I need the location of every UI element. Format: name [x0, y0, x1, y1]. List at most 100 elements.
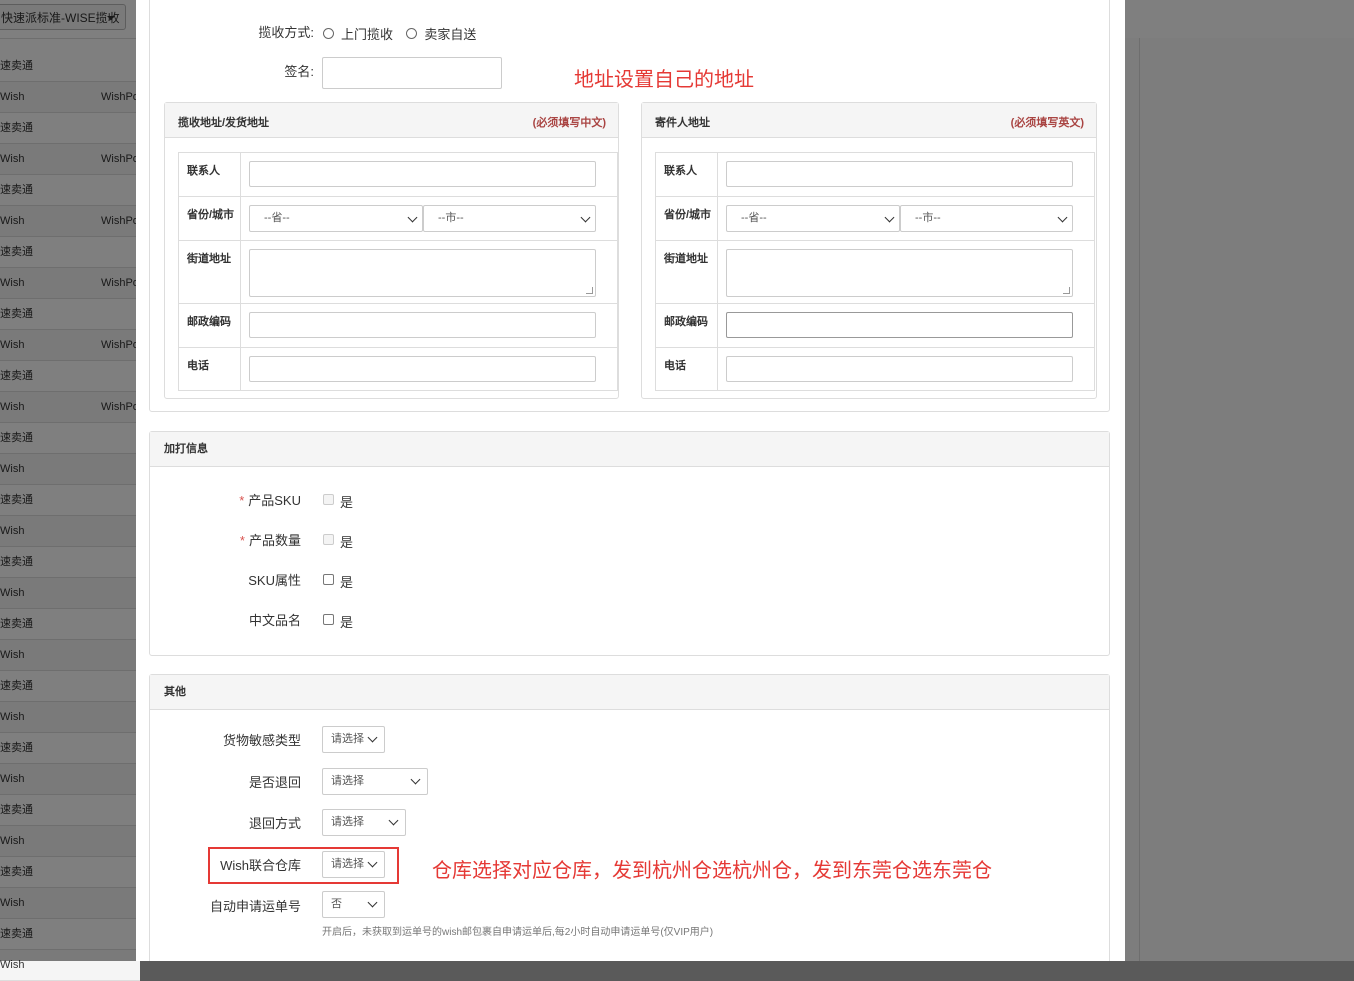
- province-city-label: 省份/城市: [179, 197, 241, 240]
- auto-apply-select[interactable]: 否: [322, 891, 385, 918]
- signature-input[interactable]: [322, 57, 502, 89]
- contact-label: 联系人: [179, 153, 241, 196]
- return-select[interactable]: 请选择: [322, 768, 428, 795]
- warehouse-annotation: 仓库选择对应仓库，发到杭州仓选杭州仓，发到东莞仓选东莞仓: [432, 860, 992, 882]
- street-textarea[interactable]: [726, 249, 1073, 297]
- address-panel: 揽收方式: 上门揽收 卖家自送 签名: 揽收地址/发货地址 (必须填写中文) 联…: [149, 0, 1110, 412]
- postcode-input[interactable]: [249, 312, 596, 338]
- postcode-label: 邮政编码: [656, 304, 718, 347]
- contact-input[interactable]: [726, 161, 1073, 187]
- street-row: 街道地址: [656, 241, 1094, 304]
- chevron-down-icon: [884, 212, 895, 223]
- province-select[interactable]: --省--: [726, 205, 900, 232]
- street-row: 街道地址: [179, 241, 617, 304]
- other-title: 其他: [150, 675, 1109, 710]
- street-label: 街道地址: [656, 241, 718, 303]
- extra-print-item-label: 中文品名: [245, 610, 301, 629]
- pickup-address-box: 揽收地址/发货地址 (必须填写中文) 联系人 省份/城市 --省-- --市--…: [164, 102, 619, 399]
- extra-print-checkbox[interactable]: [323, 534, 334, 545]
- extra-print-item-text: SKU属性: [248, 573, 301, 588]
- extra-print-item-label: * 产品数量: [240, 530, 301, 549]
- pickup-address-hint: (必须填写中文): [532, 117, 606, 129]
- self-delivery-label: 卖家自送: [424, 27, 477, 42]
- province-select[interactable]: --省--: [249, 205, 423, 232]
- extra-print-panel: 加打信息 * 产品SKU 是 * 产品数量是 SKU属性是中文品名是: [149, 431, 1110, 656]
- sensitive-type-select[interactable]: 请选择: [322, 726, 385, 753]
- sender-address-header: 寄件人地址 (必须填写英文): [642, 103, 1096, 138]
- extra-print-item-label: SKU属性: [244, 570, 301, 589]
- extra-print-checkbox-label: 是: [340, 575, 354, 590]
- postcode-input[interactable]: [726, 312, 1073, 338]
- sender-address-title: 寄件人地址: [655, 117, 710, 129]
- province-select-value: --省--: [741, 212, 767, 224]
- self-delivery-radio[interactable]: [406, 28, 418, 39]
- chevron-down-icon: [388, 815, 399, 826]
- return-method-value: 请选择: [331, 816, 364, 828]
- city-select[interactable]: --市--: [423, 205, 596, 232]
- province-select-value: --省--: [264, 212, 290, 224]
- auto-apply-label: 自动申请运单号: [209, 899, 301, 914]
- resize-grip-icon[interactable]: [1063, 287, 1070, 294]
- phone-row: 电话: [656, 348, 1094, 390]
- postcode-row: 邮政编码: [656, 304, 1094, 348]
- contact-row: 联系人: [656, 153, 1094, 197]
- chevron-down-icon: [367, 732, 378, 743]
- extra-print-checkbox-label: 是: [340, 615, 354, 630]
- sensitive-type-label: 货物敏感类型: [222, 733, 301, 748]
- auto-apply-value: 否: [331, 898, 342, 910]
- chevron-down-icon: [410, 774, 421, 785]
- chevron-down-icon: [1057, 212, 1068, 223]
- city-select-value: --市--: [438, 212, 464, 224]
- resize-grip-icon[interactable]: [586, 287, 593, 294]
- settings-modal: 揽收方式: 上门揽收 卖家自送 签名: 揽收地址/发货地址 (必须填写中文) 联…: [136, 0, 1125, 961]
- extra-print-checkbox-label: 是: [340, 495, 354, 510]
- city-select[interactable]: --市--: [900, 205, 1073, 232]
- chevron-down-icon: [580, 212, 591, 223]
- pickup-method-label: 揽收方式:: [258, 25, 314, 40]
- extra-print-item-label: * 产品SKU: [239, 490, 301, 509]
- phone-input[interactable]: [726, 356, 1073, 382]
- phone-label: 电话: [179, 348, 241, 390]
- phone-row: 电话: [179, 348, 617, 390]
- postcode-label: 邮政编码: [179, 304, 241, 347]
- chevron-down-icon: [407, 212, 418, 223]
- other-panel: 其他 货物敏感类型 请选择 是否退回 请选择 退回方式 请选择 Wish联合仓库…: [149, 674, 1110, 961]
- chevron-down-icon: [367, 897, 378, 908]
- return-value: 请选择: [331, 775, 364, 787]
- contact-label: 联系人: [656, 153, 718, 196]
- sensitive-type-value: 请选择: [331, 733, 364, 745]
- province-city-row: 省份/城市 --省-- --市--: [656, 197, 1094, 241]
- pickup-door-label: 上门揽收: [341, 27, 394, 42]
- return-method-label: 退回方式: [248, 816, 301, 831]
- extra-print-checkbox-label: 是: [340, 535, 354, 550]
- extra-print-checkbox[interactable]: [323, 494, 334, 505]
- extra-print-checkbox[interactable]: [323, 614, 334, 625]
- extra-print-title: 加打信息: [150, 432, 1109, 467]
- warehouse-highlight-box: [208, 847, 399, 884]
- pickup-method-radios: 上门揽收 卖家自送: [323, 24, 486, 43]
- phone-label: 电话: [656, 348, 718, 390]
- extra-print-item-text: 中文品名: [248, 613, 301, 628]
- sender-address-hint: (必须填写英文): [1010, 117, 1084, 129]
- signature-label: 签名:: [284, 64, 314, 79]
- street-label: 街道地址: [179, 241, 241, 303]
- required-marker: *: [239, 493, 245, 508]
- address-annotation: 地址设置自己的地址: [574, 69, 754, 91]
- sender-address-box: 寄件人地址 (必须填写英文) 联系人 省份/城市 --省-- --市-- 街道地…: [641, 102, 1097, 399]
- pickup-address-form: 联系人 省份/城市 --省-- --市-- 街道地址 邮政编码 电话: [178, 152, 618, 391]
- street-textarea[interactable]: [249, 249, 596, 297]
- province-city-row: 省份/城市 --省-- --市--: [179, 197, 617, 241]
- province-city-label: 省份/城市: [656, 197, 718, 240]
- return-method-select[interactable]: 请选择: [322, 809, 406, 836]
- contact-row: 联系人: [179, 153, 617, 197]
- contact-input[interactable]: [249, 161, 596, 187]
- extra-print-item-text: 产品SKU: [248, 493, 301, 508]
- extra-print-checkbox[interactable]: [323, 574, 334, 585]
- pickup-door-radio[interactable]: [323, 28, 334, 39]
- city-select-value: --市--: [915, 212, 941, 224]
- required-marker: *: [239, 533, 245, 548]
- extra-print-item-text: 产品数量: [248, 533, 301, 548]
- pickup-address-title: 揽收地址/发货地址: [178, 117, 270, 129]
- phone-input[interactable]: [249, 356, 596, 382]
- pickup-address-header: 揽收地址/发货地址 (必须填写中文): [165, 103, 618, 138]
